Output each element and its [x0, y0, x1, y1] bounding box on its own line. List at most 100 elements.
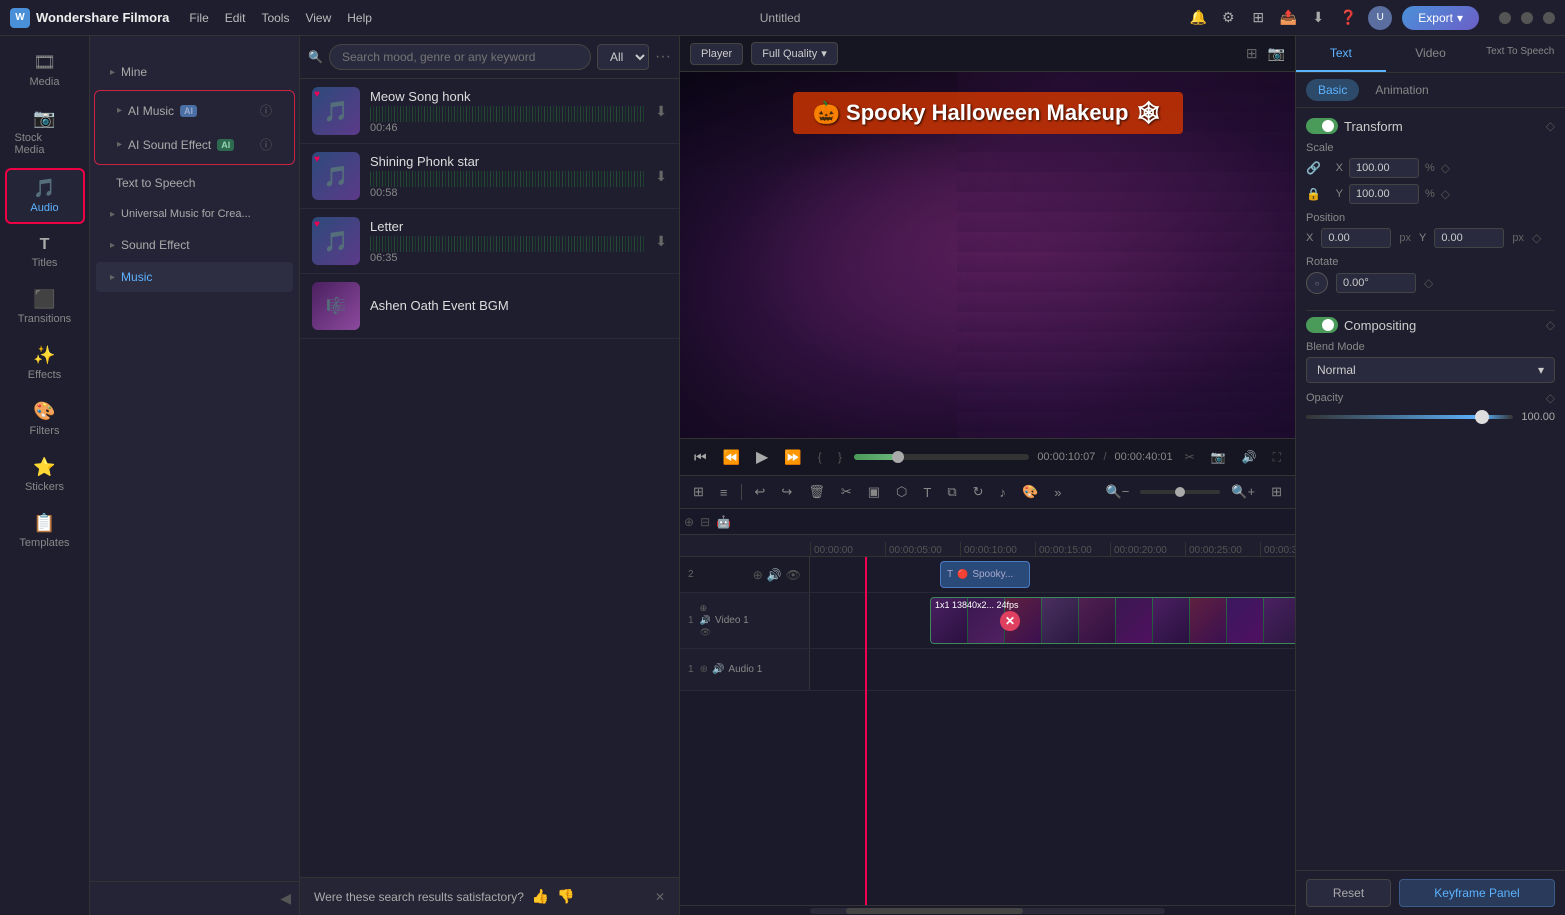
track-icon-v1[interactable]: ⊕: [700, 603, 711, 614]
toolbar-templates[interactable]: 📋 Templates: [5, 505, 85, 557]
undo-button[interactable]: ↩: [750, 481, 771, 503]
zoom-out-btn[interactable]: 🔍−: [1101, 481, 1135, 503]
layout-icon[interactable]: ⊞: [1246, 45, 1258, 62]
thumbs-down-button[interactable]: 👎: [557, 888, 574, 905]
download-icon[interactable]: ⬇: [1308, 8, 1328, 28]
mark-in-button[interactable]: {: [814, 448, 826, 466]
opacity-keyframe[interactable]: ◇: [1546, 391, 1555, 405]
toolbar-titles[interactable]: T Titles: [5, 228, 85, 277]
track-add-a1[interactable]: ⊕: [700, 664, 708, 675]
track-audio-a1[interactable]: 🔊: [712, 664, 724, 675]
toolbar-filters[interactable]: 🎨 Filters: [5, 393, 85, 445]
toolbar-effects[interactable]: ✨ Effects: [5, 337, 85, 389]
menu-view[interactable]: View: [305, 11, 331, 25]
pos-x-input[interactable]: [1321, 228, 1391, 248]
toolbar-transitions[interactable]: ⬛ Transitions: [5, 281, 85, 333]
search-input[interactable]: [329, 44, 591, 70]
pos-y-input[interactable]: [1434, 228, 1504, 248]
player-mode-button[interactable]: Player: [690, 43, 743, 65]
compositing-keyframe[interactable]: ◇: [1546, 318, 1555, 332]
menu-edit[interactable]: Edit: [225, 11, 246, 25]
compositing-toggle[interactable]: [1306, 317, 1338, 333]
scale-y-input[interactable]: [1349, 184, 1419, 204]
share-icon[interactable]: 📤: [1278, 8, 1298, 28]
frame-back-button[interactable]: ⏪: [719, 447, 744, 468]
download-icon-2[interactable]: ⬇: [655, 168, 667, 185]
ai-track-icon[interactable]: 🤖: [716, 515, 731, 529]
grid-icon[interactable]: ⊞: [1248, 8, 1268, 28]
timeline-settings-btn[interactable]: ⊞: [1266, 481, 1287, 503]
menu-help[interactable]: Help: [347, 11, 372, 25]
clip-button[interactable]: ✂: [1181, 448, 1199, 466]
track-audio-icon[interactable]: 🔊: [767, 568, 782, 582]
tab-text[interactable]: Text: [1296, 36, 1386, 72]
toolbar-audio[interactable]: 🎵 Audio: [5, 168, 85, 224]
redo-button[interactable]: ↪: [776, 481, 797, 503]
panel-sound-effect[interactable]: ▸ Sound Effect: [96, 230, 293, 260]
filter-select[interactable]: All: [597, 44, 649, 70]
audio-item[interactable]: ♥ 🎵 Letter 06:35 ⬇: [300, 209, 679, 274]
panel-universal-music[interactable]: ▸ Universal Music for Crea...: [96, 200, 293, 228]
panel-mine[interactable]: ▸ Mine: [96, 57, 293, 87]
add-track-icon[interactable]: ⊕: [684, 515, 694, 529]
thumbs-up-button[interactable]: 👍: [532, 888, 549, 905]
track-eye-v1[interactable]: 👁: [700, 627, 711, 638]
timeline-ripple-icon[interactable]: ≡: [715, 482, 733, 503]
more-options-icon[interactable]: ···: [655, 48, 671, 66]
panel-ai-sound-effect[interactable]: ▸ AI Sound Effect AI ⓘ: [103, 128, 286, 161]
scale-x-input[interactable]: [1349, 158, 1419, 178]
zoom-slider[interactable]: [1140, 490, 1220, 494]
panel-text-to-speech[interactable]: Text to Speech: [96, 168, 293, 198]
play-button[interactable]: ▶: [752, 445, 772, 469]
rotate-button[interactable]: ↻: [968, 481, 989, 503]
minimize-button[interactable]: [1499, 12, 1511, 24]
crop-button[interactable]: ▣: [863, 481, 885, 503]
blend-mode-select[interactable]: Normal ▾: [1306, 357, 1555, 383]
download-icon-1[interactable]: ⬇: [655, 103, 667, 120]
tab-video[interactable]: Video: [1386, 36, 1476, 72]
more-tools-btn[interactable]: »: [1049, 482, 1066, 503]
audio-item[interactable]: ♥ 🎵 Shining Phonk star 00:58 ⬇: [300, 144, 679, 209]
subtab-animation[interactable]: Animation: [1363, 79, 1440, 101]
detach-audio-button[interactable]: ⬡: [891, 481, 912, 503]
collapse-icon[interactable]: ◀: [280, 890, 291, 907]
skip-back-button[interactable]: ⏮: [690, 447, 711, 468]
close-button[interactable]: [1543, 12, 1555, 24]
text-button[interactable]: T: [918, 482, 936, 503]
track-eye-icon[interactable]: 👁: [786, 568, 801, 582]
snapshot-icon[interactable]: 📷: [1268, 45, 1285, 62]
transform-toggle[interactable]: [1306, 118, 1338, 134]
hscroll-track[interactable]: [810, 908, 1165, 914]
opacity-slider-track[interactable]: [1306, 415, 1513, 419]
rotate-keyframe[interactable]: ◇: [1424, 276, 1433, 290]
fullscreen-button[interactable]: ⛶: [1269, 448, 1285, 467]
mark-out-button[interactable]: }: [834, 448, 846, 466]
screenshot-button[interactable]: 📷: [1207, 448, 1230, 466]
frame-forward-button[interactable]: ⏩: [780, 447, 805, 468]
pos-keyframe[interactable]: ◇: [1532, 231, 1541, 245]
satisfaction-close-button[interactable]: ✕: [655, 890, 665, 904]
title-clip[interactable]: T 🔴 Spooky...: [940, 561, 1030, 588]
maximize-button[interactable]: [1521, 12, 1533, 24]
rotate-knob[interactable]: ○: [1306, 272, 1328, 294]
panel-music[interactable]: ▸ Music: [96, 262, 293, 292]
menu-tools[interactable]: Tools: [261, 11, 289, 25]
panel-ai-music[interactable]: ▸ AI Music AI ⓘ: [103, 94, 286, 127]
track-type-icon[interactable]: ⊟: [700, 515, 710, 529]
track-add-icon[interactable]: ⊕: [753, 568, 763, 582]
rotate-input[interactable]: [1336, 273, 1416, 293]
audio-btn[interactable]: ♪: [995, 482, 1012, 503]
video-clip[interactable]: 1x1 13840x2... 24fps: [930, 597, 1295, 644]
scale-y-keyframe[interactable]: ◇: [1441, 187, 1450, 201]
delete-button[interactable]: 🗑: [803, 481, 830, 503]
cut-button[interactable]: ✂: [836, 481, 857, 503]
subtab-basic[interactable]: Basic: [1306, 79, 1359, 101]
scale-x-keyframe[interactable]: ◇: [1441, 161, 1450, 175]
volume-button[interactable]: 🔊: [1238, 448, 1261, 466]
download-icon-3[interactable]: ⬇: [655, 233, 667, 250]
toolbar-stock-media[interactable]: 📷 Stock Media: [5, 100, 85, 164]
audio-item[interactable]: 🎼 Ashen Oath Event BGM: [300, 274, 679, 339]
timeline-grid-icon[interactable]: ⊞: [688, 481, 709, 503]
menu-file[interactable]: File: [189, 11, 208, 25]
scale-link-icon[interactable]: 🔗: [1306, 161, 1321, 175]
